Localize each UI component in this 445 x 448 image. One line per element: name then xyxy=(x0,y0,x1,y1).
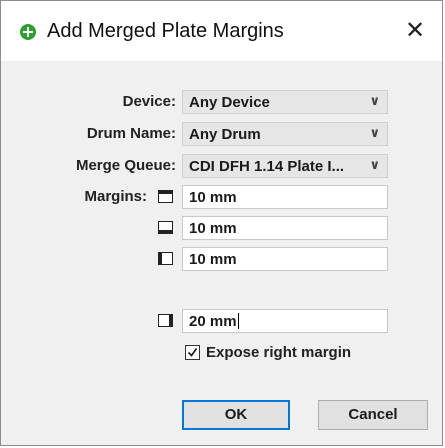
margin-right-icon xyxy=(158,314,173,327)
margin-top-value: 10 mm xyxy=(189,189,237,206)
title-bar: Add Merged Plate Margins ✕ xyxy=(1,1,442,61)
merge-queue-label: Merge Queue: xyxy=(75,157,176,174)
cancel-button[interactable]: Cancel xyxy=(318,400,428,430)
ok-button[interactable]: OK xyxy=(182,400,290,430)
drum-name-select-value: Any Drum xyxy=(189,126,261,143)
margin-right-value: 20 mm xyxy=(189,313,239,330)
device-select[interactable]: Any Device ∨ xyxy=(182,90,388,114)
margin-top-icon xyxy=(158,190,173,203)
margins-label: Margins: xyxy=(84,188,147,205)
expose-right-margin-label: Expose right margin xyxy=(206,344,352,361)
margin-bottom-value: 10 mm xyxy=(189,220,237,237)
margin-right-input[interactable]: 20 mm xyxy=(182,309,388,333)
merge-queue-select[interactable]: CDI DFH 1.14 Plate I... ∨ xyxy=(182,154,388,178)
margin-left-icon xyxy=(158,252,173,265)
expose-right-margin-checkbox[interactable] xyxy=(185,345,200,360)
margin-bottom-input[interactable]: 10 mm xyxy=(182,216,388,240)
margin-left-value: 10 mm xyxy=(189,251,237,268)
chevron-down-icon: ∨ xyxy=(369,158,380,173)
chevron-down-icon: ∨ xyxy=(369,94,380,109)
close-icon[interactable]: ✕ xyxy=(401,16,429,44)
device-label: Device: xyxy=(122,93,176,110)
text-cursor xyxy=(237,313,239,329)
margin-bottom-icon xyxy=(158,221,173,234)
chevron-down-icon: ∨ xyxy=(369,126,380,141)
add-circle-icon xyxy=(20,24,36,40)
add-merged-plate-margins-dialog: Add Merged Plate Margins ✕ Device: Any D… xyxy=(0,0,443,446)
merge-queue-select-value: CDI DFH 1.14 Plate I... xyxy=(189,158,345,175)
check-icon xyxy=(187,348,198,357)
device-select-value: Any Device xyxy=(189,94,270,111)
margin-left-input[interactable]: 10 mm xyxy=(182,247,388,271)
drum-name-select[interactable]: Any Drum ∨ xyxy=(182,122,388,146)
margin-top-input[interactable]: 10 mm xyxy=(182,185,388,209)
dialog-title: Add Merged Plate Margins xyxy=(47,20,284,42)
drum-name-label: Drum Name: xyxy=(86,125,176,142)
